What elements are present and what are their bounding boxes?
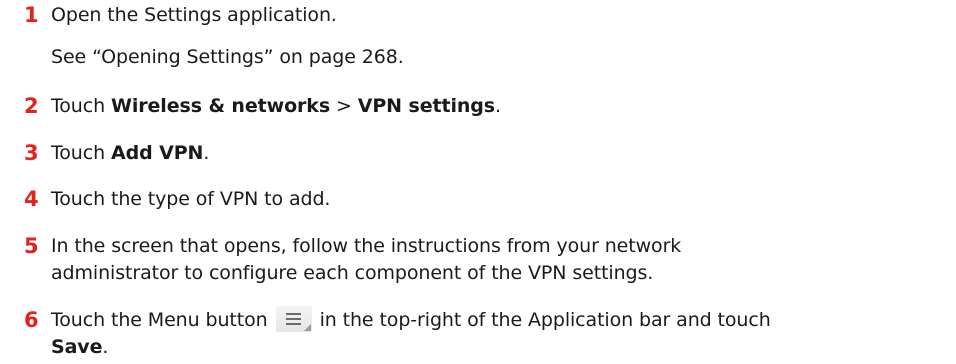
step-number: 6	[24, 308, 39, 332]
ui-label: Wireless & networks	[110, 95, 331, 117]
step-text: Open the Settings application.	[51, 4, 337, 26]
step-number: 5	[24, 234, 39, 258]
cross-reference-note: See “Opening Settings” on page 268.	[51, 46, 404, 68]
step-text-part: .	[102, 336, 109, 358]
step-text-part: >	[330, 95, 358, 117]
step-text-part: .	[203, 142, 210, 164]
step-number: 1	[24, 3, 39, 27]
step-text-part: Touch the Menu button	[51, 309, 268, 331]
ui-label: VPN settings	[357, 95, 496, 117]
step-text-part: Touch	[51, 95, 111, 117]
step-text-part: Touch	[51, 142, 111, 164]
ui-label: Add VPN	[110, 142, 204, 164]
step-text: Touch the type of VPN to add.	[51, 188, 331, 210]
step-text: Touch Add VPN.	[51, 138, 951, 169]
step-number: 3	[24, 141, 39, 165]
step-number: 2	[24, 94, 39, 118]
step-number: 4	[24, 187, 39, 211]
step-text-line: Save.	[51, 332, 951, 363]
step-text-part: in the top-right of the Application bar …	[319, 309, 771, 331]
step-text-part: .	[495, 95, 501, 117]
menu-icon	[275, 306, 312, 332]
step-text-line: administrator to configure each componen…	[51, 262, 654, 284]
ui-label: Save	[51, 336, 103, 358]
step-text: Touch Wireless & networks > VPN settings…	[51, 91, 951, 122]
